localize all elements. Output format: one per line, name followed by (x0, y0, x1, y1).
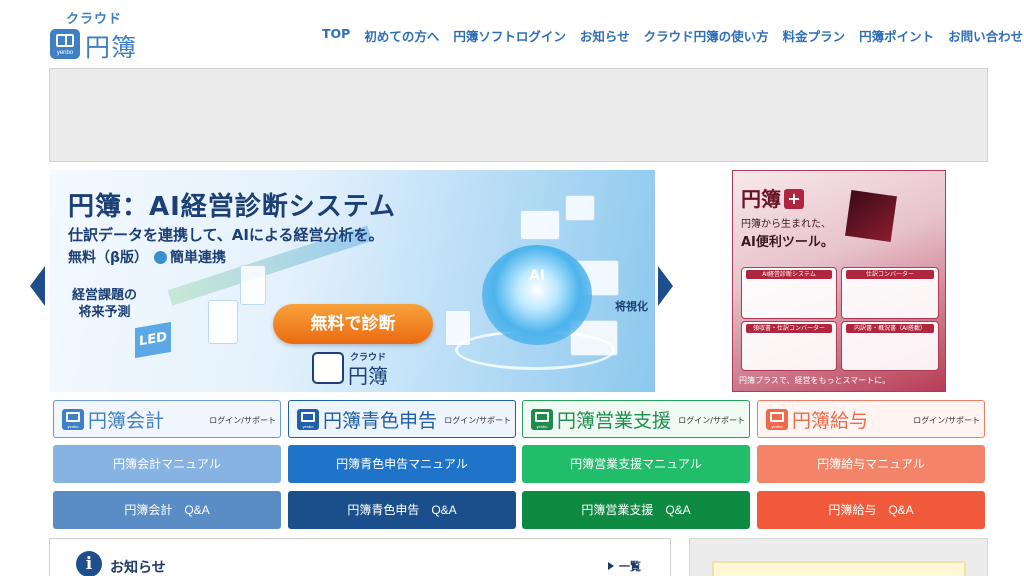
site-logo[interactable]: クラウド yenbo 円簿 (50, 8, 160, 62)
side-banner-title: 円簿 + (741, 183, 804, 212)
ai-brain-icon (482, 245, 592, 345)
easy-link-text: 簡単連携 (170, 250, 227, 266)
chart-card-graphic (520, 210, 560, 240)
payroll-manual-button[interactable]: 円簿給与マニュアル (757, 445, 985, 483)
issue-line-2: 将来予測 (78, 305, 131, 320)
nav-points[interactable]: 円簿ポイント (859, 26, 934, 45)
logo-small-text: yenbo (56, 50, 74, 56)
nav-contact[interactable]: お問い合わせ (948, 26, 1023, 45)
blue-return-manual-button[interactable]: 円簿青色申告マニュアル (288, 445, 516, 483)
banner-logo-text: 円簿 (348, 364, 388, 388)
feature-panel: 領収書・仕訳コンバーター (741, 321, 837, 371)
led-label: LED (135, 321, 171, 359)
issue-line-1: 経営課題の (72, 288, 138, 303)
feature-panel: 内訳書・概況書（AI搭載） (841, 321, 939, 371)
link-icon (154, 251, 168, 264)
sales-support-qa-button[interactable]: 円簿営業支援 Q&A (522, 491, 750, 529)
sales-support-manual-button[interactable]: 円簿営業支援マニュアル (522, 445, 750, 483)
cube-graphic (845, 190, 897, 242)
yenbo-book-icon: yenbo (62, 409, 84, 430)
product-payroll-button[interactable]: yenbo 円簿給与 ログイン/サポート (757, 400, 985, 438)
product-name: 円簿会計 (88, 410, 165, 432)
product-name: 円簿営業支援 (557, 410, 672, 432)
carousel-next-icon[interactable] (658, 266, 673, 306)
banner-free-line: 無料（β版） 簡単連携 (68, 247, 226, 267)
site-header: クラウド yenbo 円簿 TOP 初めての方へ 円簿ソフトログイン お知らせ … (0, 0, 1024, 66)
product-name: 円簿給与 (792, 410, 869, 432)
nav-top[interactable]: TOP (322, 26, 350, 45)
logo-text: 円簿 (85, 33, 138, 62)
yenbo-book-icon: yenbo (50, 29, 80, 59)
login-support-link[interactable]: ログイン/サポート (444, 415, 511, 426)
banner-subtitle: 仕訳データを連携して、AIによる経営分析を。 (68, 226, 384, 244)
nav-news[interactable]: お知らせ (580, 26, 630, 45)
chart-card-graphic (565, 195, 595, 221)
banner-logo: クラウド 円簿 (312, 350, 402, 388)
feature-panel-label: 内訳書・概況書（AI搭載） (846, 324, 934, 333)
free-text: 無料（β版） (68, 250, 149, 266)
side-banner-sub1: 円簿から生まれた、 (741, 219, 831, 230)
news-title: お知らせ (110, 560, 166, 576)
side-banner-sub2: AI便利ツール。 (741, 235, 834, 250)
document-graphic (240, 265, 266, 305)
news-view-all-link[interactable]: 一覧 (608, 558, 641, 574)
nav-pricing[interactable]: 料金プラン (783, 26, 846, 45)
yenbo-book-icon: yenbo (297, 409, 319, 430)
blue-return-qa-button[interactable]: 円簿青色申告 Q&A (288, 491, 516, 529)
product-sales-support-button[interactable]: yenbo 円簿営業支援 ログイン/サポート (522, 400, 750, 438)
free-diagnosis-button[interactable]: 無料で診断 (273, 304, 433, 344)
banner-issue: 経営課題の 将来予測 (72, 287, 137, 321)
accounting-manual-button[interactable]: 円簿会計マニュアル (53, 445, 281, 483)
product-name: 円簿青色申告 (323, 410, 438, 432)
sidebar-widget (689, 538, 988, 576)
news-section: i お知らせ 一覧 (49, 538, 671, 576)
login-support-link[interactable]: ログイン/サポート (913, 415, 980, 426)
plus-icon: + (784, 189, 804, 209)
feature-panel-label: AI経営診断システム (746, 270, 832, 279)
sidebar-widget-inner (712, 561, 966, 576)
nav-first-time[interactable]: 初めての方へ (364, 26, 439, 45)
side-title-text: 円簿 (741, 187, 781, 211)
view-all-label: 一覧 (619, 560, 641, 573)
payroll-qa-button[interactable]: 円簿給与 Q&A (757, 491, 985, 529)
yenbo-book-icon: yenbo (766, 409, 788, 430)
document-graphic (208, 300, 238, 344)
feature-panel-label: 仕訳コンバーター (846, 270, 934, 279)
info-icon: i (76, 551, 102, 576)
feature-panel: 仕訳コンバーター (841, 267, 939, 319)
product-blue-return-button[interactable]: yenbo 円簿青色申告 ログイン/サポート (288, 400, 516, 438)
triangle-right-icon (608, 562, 614, 570)
ai-label: AI (528, 268, 546, 284)
carousel-prev-icon[interactable] (30, 266, 45, 306)
side-banner-footer: 円簿プラスで、経営をもっとスマートに。 (739, 376, 891, 385)
yenbo-book-icon: yenbo (531, 409, 553, 430)
nav-how-to-use[interactable]: クラウド円簿の使い方 (644, 26, 769, 45)
yenbo-book-icon (312, 352, 344, 384)
feature-panel-label: 領収書・仕訳コンバーター (746, 324, 832, 333)
product-accounting-button[interactable]: yenbo 円簿会計 ログイン/サポート (53, 400, 281, 438)
banner-title: 円簿：AI経営診断システム (68, 192, 397, 222)
product-buttons: yenbo 円簿会計 ログイン/サポート yenbo 円簿青色申告 ログイン/サ… (53, 400, 985, 438)
nav-login[interactable]: 円簿ソフトログイン (453, 26, 566, 45)
feature-panel: AI経営診断システム (741, 267, 837, 319)
accounting-qa-button[interactable]: 円簿会計 Q&A (53, 491, 281, 529)
banner-visualize: 将視化 (615, 300, 648, 313)
yenbo-plus-banner[interactable]: 円簿 + 円簿から生まれた、 AI便利ツール。 AI経営診断システム 仕訳コンバー… (732, 170, 946, 392)
ai-diagnosis-banner[interactable]: LED AI 円簿：AI経営診断システム 仕訳データを連携して、AIによる経営分… (50, 170, 655, 392)
logo-kana: クラウド (66, 12, 123, 27)
login-support-link[interactable]: ログイン/サポート (678, 415, 745, 426)
ad-placeholder (49, 68, 988, 162)
login-support-link[interactable]: ログイン/サポート (209, 415, 276, 426)
banner-carousel: LED AI 円簿：AI経営診断システム 仕訳データを連携して、AIによる経営分… (30, 170, 690, 392)
main-nav: TOP 初めての方へ 円簿ソフトログイン お知らせ クラウド円簿の使い方 料金プ… (322, 26, 1023, 45)
